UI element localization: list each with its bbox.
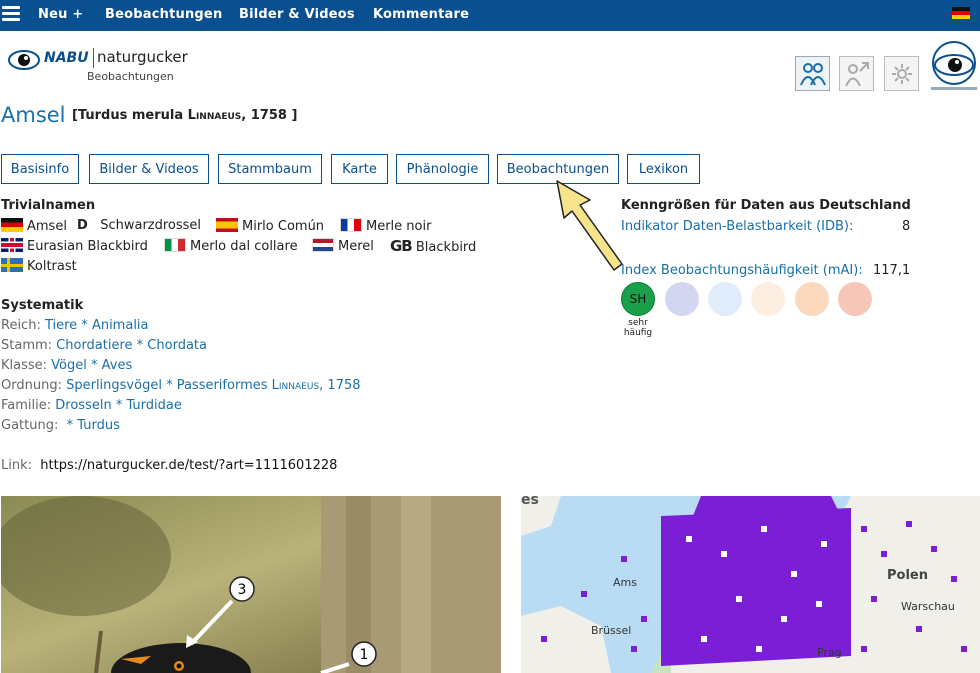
- menu-icon[interactable]: [2, 6, 20, 24]
- flag-nl-icon: [312, 238, 334, 252]
- trivialname-entry: Mirlo Común: [216, 218, 324, 234]
- taxon-link[interactable]: Tiere * Animalia: [45, 318, 149, 333]
- brand-naturgucker: naturgucker: [97, 48, 188, 66]
- top-navbar: Neu + Beobachtungen Bilder & Videos Komm…: [0, 0, 980, 31]
- taxon-row: Klasse: Vögel * Aves: [1, 358, 133, 373]
- trivialname-entry: Merle noir: [340, 218, 431, 234]
- trivialnamen-heading: Trivialnamen: [1, 198, 96, 213]
- map-label: Brüssel: [591, 624, 631, 637]
- frequency-circle-sh: SH: [621, 282, 655, 316]
- frequency-label: sehr häufig: [623, 318, 653, 338]
- frequency-circle: [751, 282, 785, 316]
- language-code-gb: GB: [390, 237, 413, 255]
- permalink-value[interactable]: https://naturgucker.de/test/?art=1111601…: [40, 458, 337, 473]
- taxon-row: Gattung: * Turdus: [1, 418, 120, 433]
- distribution-map[interactable]: es Polen Warschau Ams Brüssel Prag: [521, 496, 980, 673]
- taxon-link[interactable]: * Turdus: [63, 418, 120, 433]
- tab-stammbaum[interactable]: Stammbaum: [218, 154, 322, 184]
- permalink-row: Link: https://naturgucker.de/test/?art=1…: [1, 458, 338, 473]
- people-icon: [799, 62, 826, 85]
- person-arrow-icon: [844, 61, 869, 86]
- nav-media[interactable]: Bilder & Videos: [239, 7, 355, 22]
- species-photo[interactable]: 3 1: [1, 496, 501, 673]
- frequency-circle: [665, 282, 699, 316]
- systematik-heading: Systematik: [1, 298, 84, 313]
- trivialname-entry: Eurasian Blackbird: [1, 238, 148, 254]
- map-label: Polen: [887, 568, 928, 583]
- trivialname-entry: Amsel: [1, 218, 67, 234]
- species-title: Amsel: [1, 103, 66, 127]
- profile-share-button[interactable]: [839, 56, 874, 91]
- nav-new[interactable]: Neu +: [38, 7, 83, 22]
- taxon-row: Reich: Tiere * Animalia: [1, 318, 149, 333]
- map-label: Ams: [613, 576, 637, 589]
- flag-it-icon: [164, 238, 186, 252]
- flag-fr-icon: [340, 218, 362, 232]
- scientific-name: [Turdus merula Linnaeus, 1758 ]: [72, 108, 298, 123]
- tab-karte[interactable]: Karte: [331, 154, 388, 184]
- trivialname-entry: GB Blackbird: [390, 237, 477, 255]
- settings-button[interactable]: [884, 56, 919, 91]
- map-label: Prag: [817, 646, 842, 659]
- people-button[interactable]: [795, 56, 830, 91]
- taxon-link[interactable]: Drosseln * Turdidae: [55, 398, 182, 413]
- language-code-d: D: [77, 218, 88, 233]
- frequency-circle: [708, 282, 742, 316]
- distribution-map-canvas: es Polen Warschau Ams Brüssel Prag: [521, 496, 980, 673]
- photo-marker: 3: [238, 582, 247, 598]
- taxon-row: Stamm: Chordatiere * Chordata: [1, 338, 207, 353]
- nav-comments[interactable]: Kommentare: [373, 7, 469, 22]
- naturgucker-eye-logo-icon: [931, 41, 977, 90]
- tab-media[interactable]: Bilder & Videos: [89, 154, 209, 184]
- frequency-circle: [795, 282, 829, 316]
- trivialname-entry: Koltrast: [1, 258, 77, 274]
- taxon-row: Ordnung: Sperlingsvögel * Passeriformes …: [1, 378, 361, 393]
- taxon-link[interactable]: Sperlingsvögel * Passeriformes Linnaeus,…: [66, 378, 360, 393]
- mai-label[interactable]: Index Beobachtungshäufigkeit (mAI):: [621, 263, 863, 278]
- flag-gb-icon: [1, 238, 23, 252]
- flag-se-icon: [1, 258, 23, 272]
- nabu-eye-logo-icon: [8, 50, 40, 70]
- trivialname-entry: Merlo dal collare: [164, 238, 298, 254]
- brand-nabu: NABU: [44, 50, 89, 66]
- mai-value: 117,1: [873, 263, 911, 278]
- idb-label[interactable]: Indikator Daten-Belastbarkeit (IDB):: [621, 219, 853, 234]
- photo-marker: 1: [360, 647, 369, 663]
- taxon-row: Familie: Drosseln * Turdidae: [1, 398, 182, 413]
- flag-es-icon: [216, 218, 238, 232]
- language-flag-icon[interactable]: [952, 7, 970, 19]
- map-label: es: [521, 496, 539, 508]
- blackbird-photo: 3 1: [1, 496, 501, 673]
- taxon-link[interactable]: Chordatiere * Chordata: [56, 338, 207, 353]
- tab-basisinfo[interactable]: Basisinfo: [1, 154, 79, 184]
- brand-subtitle: Beobachtungen: [87, 70, 174, 83]
- tab-phaenologie[interactable]: Phänologie: [396, 154, 489, 184]
- map-label: Warschau: [901, 600, 955, 613]
- taxon-link[interactable]: Vögel * Aves: [51, 358, 132, 373]
- logo-divider: [93, 48, 94, 68]
- tab-lexikon[interactable]: Lexikon: [627, 154, 700, 184]
- pointer-arrow-icon: [556, 180, 623, 271]
- kenngroessen-heading: Kenngrößen für Daten aus Deutschland: [621, 198, 911, 213]
- nav-observations[interactable]: Beobachtungen: [105, 7, 222, 22]
- gear-icon: [891, 63, 912, 84]
- trivialname-entry: Merel: [312, 238, 374, 254]
- flag-de-icon: [1, 218, 23, 232]
- frequency-circle: [838, 282, 872, 316]
- trivialname-entry: D Schwarzdrossel: [77, 218, 202, 233]
- idb-value: 8: [902, 219, 911, 234]
